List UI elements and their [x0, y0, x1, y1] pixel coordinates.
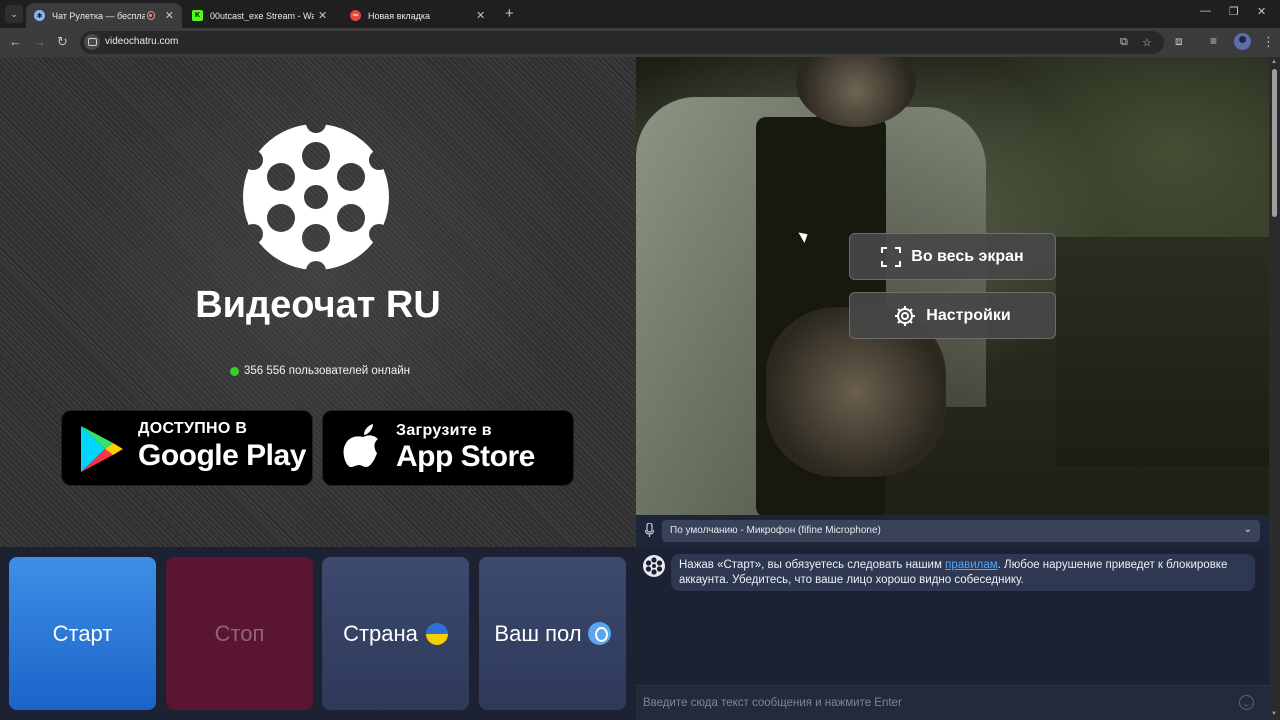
- chat-input-bar: [636, 685, 1269, 720]
- restore-icon[interactable]: ❐: [1229, 5, 1239, 18]
- microphone-select-value: По умолчанию - Микрофон (fifine Micropho…: [670, 525, 881, 536]
- snowflake-icon: ✱: [34, 10, 45, 21]
- close-icon[interactable]: ✕: [318, 9, 327, 22]
- minimize-icon[interactable]: —: [1200, 5, 1211, 17]
- system-message: Нажав «Старт», вы обязуетесь следовать н…: [671, 554, 1255, 591]
- brand-title: Видеочат RU: [195, 284, 441, 326]
- system-logo-icon: [643, 555, 665, 577]
- scroll-thumb[interactable]: [1272, 69, 1277, 217]
- settings-label: Настройки: [926, 306, 1011, 324]
- browser-toolbar: ← → ↻ videochatru.com ⧉ ☆ ⧈ ≡ ⋮: [0, 28, 1280, 57]
- chat-roulette-icon: ∞: [350, 10, 361, 21]
- recording-icon: [146, 11, 155, 20]
- google-play-small-text: ДОСТУПНО В: [138, 420, 248, 437]
- fullscreen-label: Во весь экран: [911, 247, 1024, 265]
- scroll-up-icon[interactable]: ▲: [1271, 59, 1277, 65]
- microphone-bar: По умолчанию - Микрофон (fifine Micropho…: [636, 515, 1269, 548]
- tab-new-tab[interactable]: ∞ Новая вкладка ✕: [342, 3, 498, 28]
- remote-video: Во весь экран Настройки: [636, 57, 1269, 515]
- address-bar[interactable]: videochatru.com ⧉ ☆: [80, 31, 1164, 54]
- close-window-icon[interactable]: ✕: [1257, 5, 1266, 18]
- online-counter: 356 556 пользователей онлайн: [230, 365, 410, 377]
- tab-title: Чат Рулетка — бесплатный: [52, 10, 145, 21]
- bookmark-star-icon[interactable]: ☆: [1142, 36, 1152, 49]
- profile-avatar[interactable]: [1234, 33, 1251, 50]
- emoji-icon[interactable]: [1239, 695, 1254, 710]
- google-play-big-text: Google Play: [138, 439, 306, 472]
- ukraine-flag-icon: [425, 622, 448, 645]
- google-play-badge[interactable]: ДОСТУПНО В Google Play: [61, 410, 313, 486]
- app-store-big-text: App Store: [396, 440, 535, 473]
- close-icon[interactable]: ✕: [476, 9, 485, 22]
- stop-button[interactable]: Стоп: [166, 557, 313, 710]
- app-store-badge[interactable]: Загрузите в App Store: [322, 410, 574, 486]
- tab-kick-stream[interactable]: K 00utcast_exe Stream - Watch Li ✕: [184, 3, 340, 28]
- online-dot-icon: [230, 366, 239, 376]
- app-store-small-text: Загрузите в: [396, 422, 492, 439]
- chevron-down-icon: ⌄: [1243, 524, 1252, 535]
- message-input[interactable]: [636, 686, 1226, 719]
- tab-strip: ⌄ ✱ Чат Рулетка — бесплатный ✕ K 00utcas…: [0, 0, 1280, 28]
- message-text: Нажав «Старт», вы обязуетесь следовать н…: [679, 559, 946, 571]
- new-tab-icon[interactable]: +: [505, 5, 514, 22]
- country-label: Страна: [343, 620, 418, 646]
- gender-icon: [587, 622, 611, 645]
- tab-title: 00utcast_exe Stream - Watch Li: [210, 10, 314, 21]
- settings-button[interactable]: Настройки: [849, 292, 1056, 339]
- page: Видеочат RU 356 556 пользователей онлайн…: [0, 57, 1280, 720]
- fullscreen-button[interactable]: Во весь экран: [849, 233, 1056, 280]
- media-control-icon[interactable]: ≡: [1210, 34, 1217, 48]
- apple-icon: [343, 424, 378, 467]
- tab-title: Новая вкладка: [368, 10, 431, 21]
- tab-chat-roulette[interactable]: ✱ Чат Рулетка — бесплатный ✕: [26, 3, 182, 28]
- country-button[interactable]: Страна: [322, 557, 469, 710]
- extensions-icon[interactable]: ⧈: [1175, 34, 1183, 49]
- start-label: Старт: [52, 620, 113, 646]
- hero-panel: Видеочат RU 356 556 пользователей онлайн…: [0, 57, 636, 547]
- tab-search-icon[interactable]: ⌄: [5, 5, 23, 23]
- close-icon[interactable]: ✕: [165, 9, 174, 22]
- microphone-select[interactable]: По умолчанию - Микрофон (fifine Micropho…: [662, 520, 1260, 542]
- forward-icon[interactable]: →: [33, 34, 46, 49]
- cast-icon[interactable]: ⧉: [1120, 36, 1128, 49]
- video-background: [1056, 237, 1269, 467]
- site-info-icon[interactable]: [84, 34, 100, 50]
- revolver-cylinder-logo-icon: [243, 124, 389, 270]
- start-button[interactable]: Старт: [9, 557, 156, 710]
- url-text: videochatru.com: [105, 36, 179, 47]
- microphone-icon: [645, 523, 654, 537]
- online-count-text: 356 556 пользователей онлайн: [244, 365, 411, 377]
- kick-icon: K: [192, 10, 203, 21]
- fullscreen-icon: [881, 246, 902, 267]
- page-scrollbar[interactable]: ▲ ▼: [1269, 57, 1280, 720]
- rules-link[interactable]: правилам: [945, 559, 998, 571]
- stop-label: Стоп: [214, 620, 265, 646]
- menu-icon[interactable]: ⋮: [1262, 34, 1275, 50]
- gender-label: Ваш пол: [494, 620, 582, 646]
- gear-icon: [895, 305, 916, 326]
- back-icon[interactable]: ←: [9, 34, 22, 49]
- scroll-down-icon[interactable]: ▼: [1271, 711, 1277, 717]
- reload-icon[interactable]: ↻: [57, 34, 68, 50]
- google-play-icon: [81, 426, 123, 472]
- chat-panel: Нажав «Старт», вы обязуетесь следовать н…: [636, 548, 1269, 720]
- gender-button[interactable]: Ваш пол: [479, 557, 626, 710]
